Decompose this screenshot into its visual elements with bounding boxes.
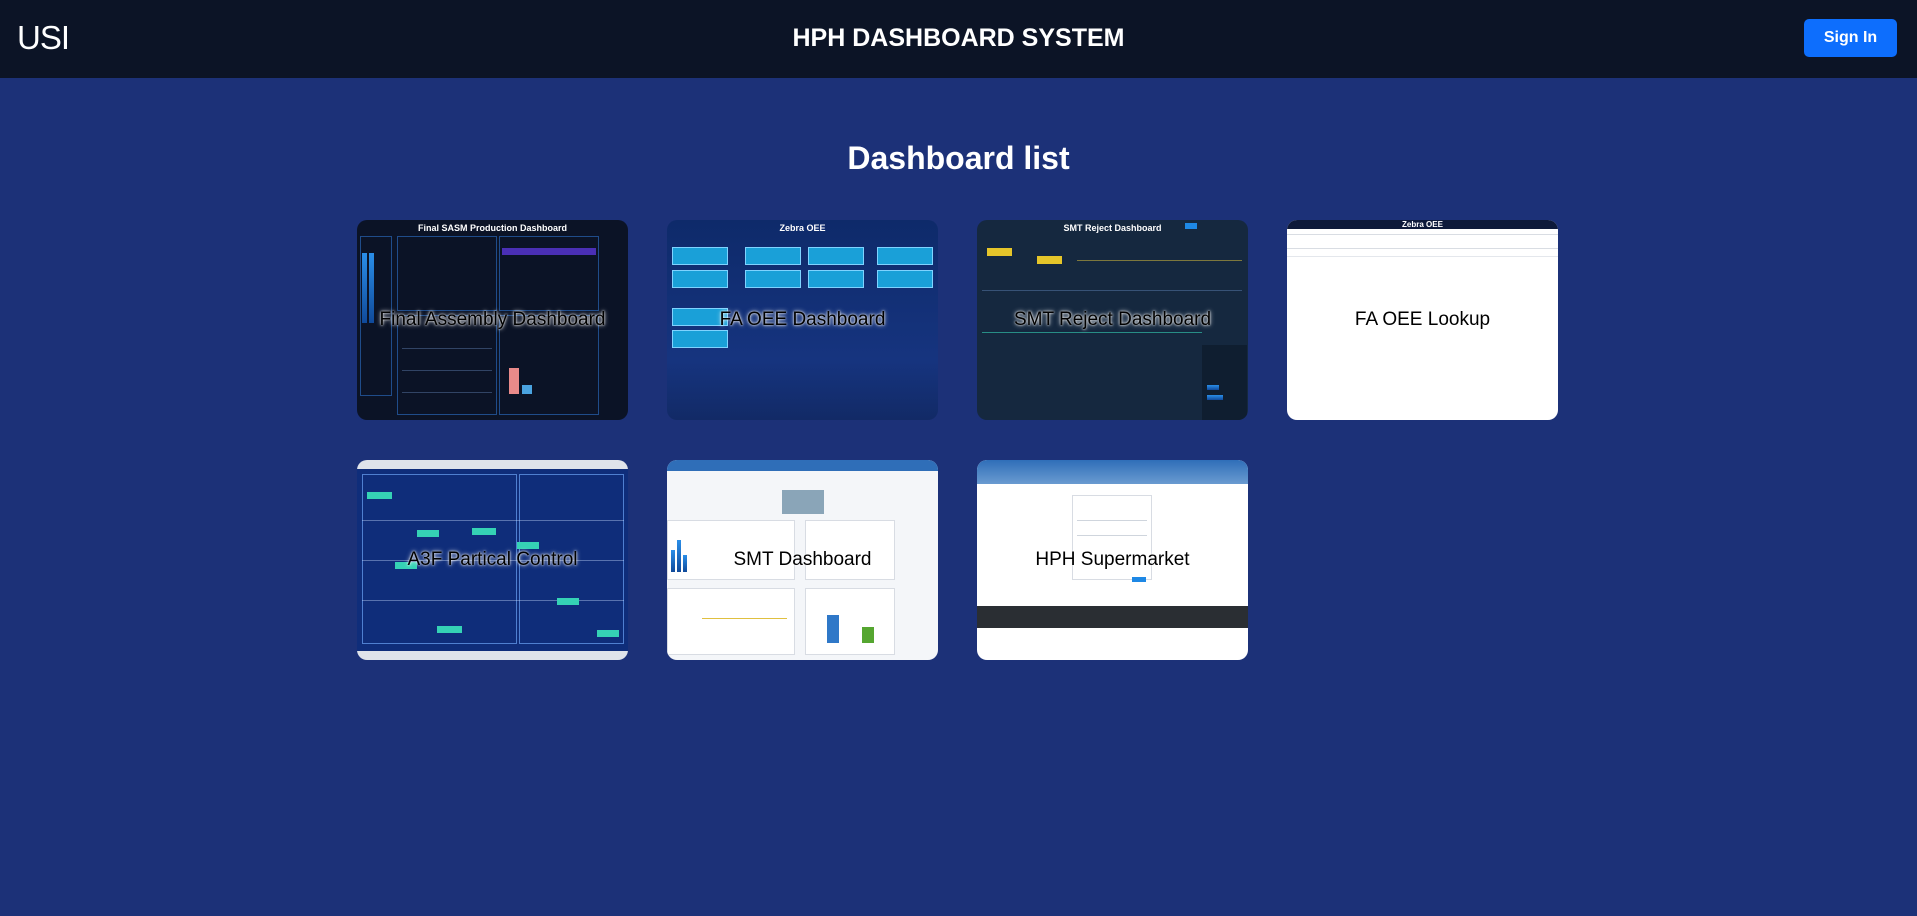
dashboard-card-hph-supermarket[interactable]: HPH Supermarket <box>977 460 1248 660</box>
top-navbar: USI HPH DASHBOARD SYSTEM Sign In <box>0 0 1917 78</box>
dashboard-card-label: SMT Dashboard <box>733 549 872 570</box>
dashboard-card-a3f-partical-control[interactable]: A3F Partical Control <box>357 460 628 660</box>
sign-in-button[interactable]: Sign In <box>1804 19 1897 57</box>
dashboard-card-smt-reject[interactable]: SMT Reject Dashboard SMT Reject Dashboar… <box>977 220 1248 420</box>
dashboard-card-label: Final Assembly Dashboard <box>379 309 606 330</box>
dashboard-card-label: A3F Partical Control <box>407 549 578 570</box>
page-heading: Dashboard list <box>847 140 1070 176</box>
dashboard-card-label: SMT Reject Dashboard <box>1013 309 1212 330</box>
dashboard-card-label: FA OEE Lookup <box>1354 309 1491 330</box>
dashboard-card-label: HPH Supermarket <box>1035 549 1190 570</box>
dashboard-card-fa-oee-lookup[interactable]: Zebra OEE FA OEE Lookup <box>1287 220 1558 420</box>
dashboard-card-fa-oee[interactable]: Zebra OEE FA OEE Dashboard <box>667 220 938 420</box>
dashboard-card-final-assembly[interactable]: Final SASM Production Dashboard Final As… <box>357 220 628 420</box>
dashboard-card-smt-dashboard[interactable]: SMT Dashboard <box>667 460 938 660</box>
dashboard-card-label: FA OEE Dashboard <box>719 309 886 330</box>
app-title: HPH DASHBOARD SYSTEM <box>792 24 1125 52</box>
